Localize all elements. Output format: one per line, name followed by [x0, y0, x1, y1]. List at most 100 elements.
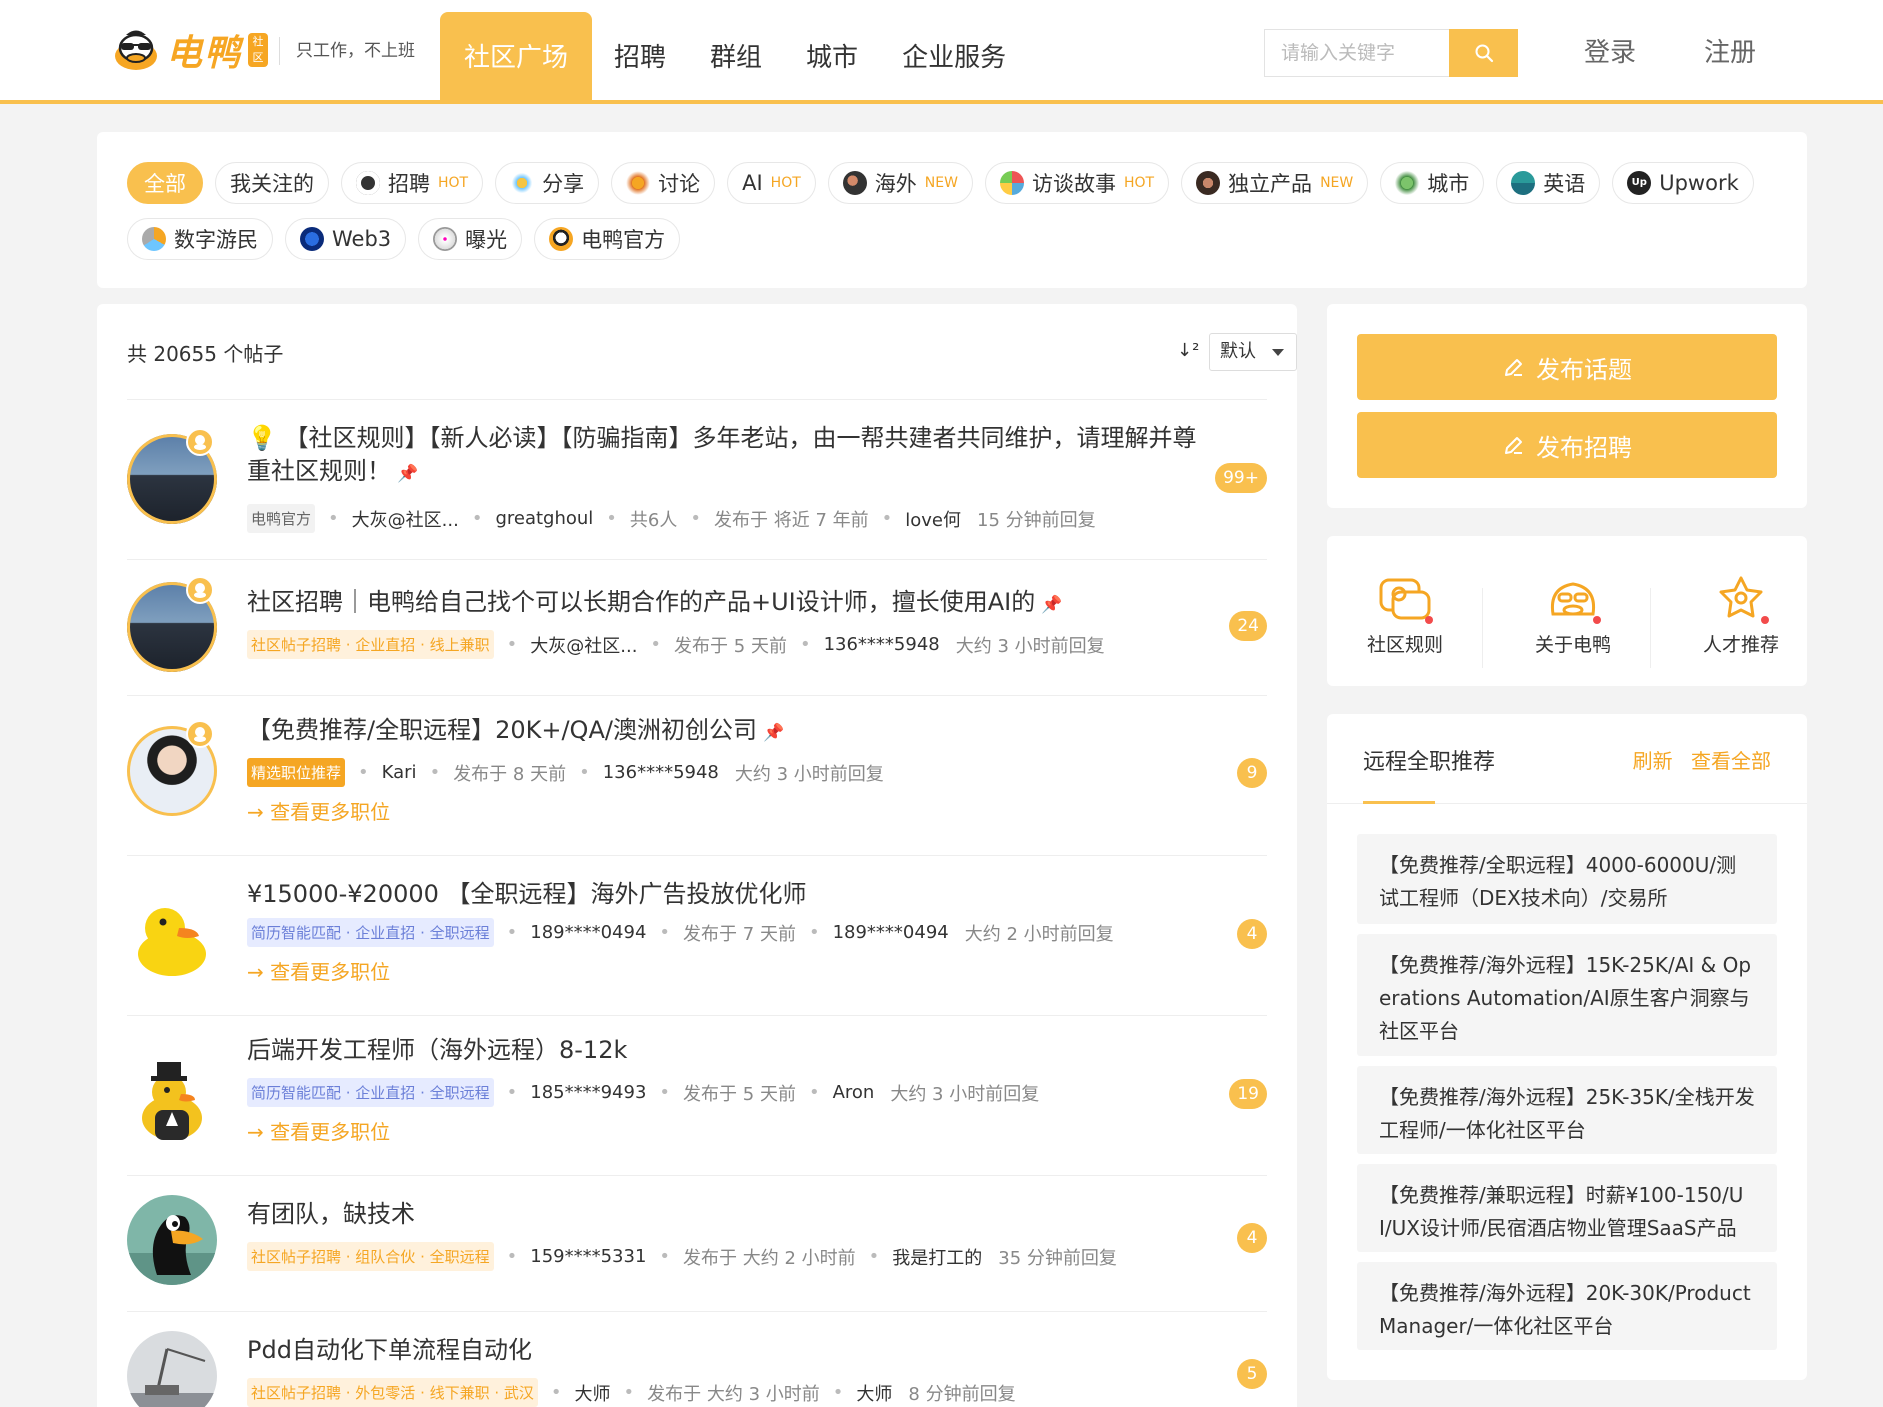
tag-official[interactable]: 电鸭官方 — [534, 218, 681, 260]
duck-badge-icon — [186, 576, 214, 604]
post-item[interactable]: Pdd自动化下单流程自动化 社区帖子招聘 · 外包零活 · 线下兼职 · 武汉 … — [127, 1312, 1267, 1407]
post-label[interactable]: 社区帖子招聘 · 企业直招 · 线上兼职 — [247, 630, 494, 659]
post-author[interactable]: Kari — [382, 762, 417, 783]
last-replier[interactable]: 136****5948 — [603, 762, 719, 783]
post-author[interactable]: 大师 — [575, 1380, 611, 1406]
tag-digital-nomad[interactable]: 数字游民 — [127, 218, 273, 260]
post-author[interactable]: 185****9493 — [530, 1082, 646, 1103]
view-all-link[interactable]: 查看全部 — [1691, 749, 1771, 773]
post-title[interactable]: 有团队，缺技术 — [247, 1198, 1207, 1231]
post-title[interactable]: 💡 【社区规则】【新人必读】【防骗指南】多年老站，由一帮共建者共同维护，请理解并… — [247, 422, 1207, 491]
meta-separator: • — [690, 508, 701, 529]
post-item[interactable]: ¥15000-¥20000 【全职远程】海外广告投放优化师 简历智能匹配 · 企… — [127, 856, 1267, 1016]
hot-badge: HOT — [1123, 175, 1155, 191]
nav-enterprise[interactable]: 企业服务 — [880, 12, 1028, 104]
last-replier[interactable]: 大师 — [856, 1380, 892, 1406]
tag-ai[interactable]: AI HOT — [727, 162, 816, 204]
avatar[interactable] — [127, 894, 217, 984]
tag-share[interactable]: 分享 — [495, 162, 600, 204]
nav-cities[interactable]: 城市 — [784, 12, 880, 104]
remote-job-item[interactable]: 【免费推荐/全职远程】4000-6000U/测试工程师（DEX技术向）/交易所 — [1357, 834, 1777, 924]
post-label[interactable]: 电鸭官方 — [247, 504, 316, 533]
tag-web3[interactable]: Web3 — [285, 218, 407, 260]
globe-avatar-icon — [842, 171, 867, 195]
tag-exposure[interactable]: 曝光 — [418, 218, 523, 260]
last-replier[interactable]: love何 — [905, 506, 961, 532]
post-label[interactable]: 社区帖子招聘 · 外包零活 · 线下兼职 · 武汉 — [247, 1378, 538, 1407]
remote-job-item[interactable]: 【免费推荐/海外远程】25K-35K/全栈开发工程师/一体化社区平台 — [1357, 1066, 1777, 1154]
last-replier[interactable]: 189****0494 — [833, 922, 949, 943]
last-replier[interactable]: 我是打工的 — [892, 1244, 982, 1270]
post-author[interactable]: 159****5331 — [530, 1246, 646, 1267]
search-input[interactable] — [1264, 29, 1449, 77]
remote-job-item[interactable]: 【免费推荐/海外远程】20K-30K/Product Manager/一体化社区… — [1357, 1262, 1777, 1350]
post-item[interactable]: 社区招聘｜电鸭给自己找个可以长期合作的产品+UI设计师，擅长使用AI的 📌 社区帖… — [127, 560, 1267, 696]
quick-link-talent[interactable]: 人才推荐 — [1681, 574, 1801, 657]
title-underline — [1363, 801, 1435, 804]
post-item[interactable]: 有团队，缺技术 社区帖子招聘 · 组队合伙 · 全职远程 • 159****53… — [127, 1176, 1267, 1312]
search-button[interactable] — [1449, 29, 1518, 77]
site-logo[interactable]: 电鸭 社区 — [112, 28, 269, 74]
chat-gear-icon — [1379, 578, 1431, 620]
post-label[interactable]: 简历智能匹配 · 企业直招 · 全职远程 — [247, 918, 494, 947]
tag-following[interactable]: 我关注的 — [215, 162, 329, 204]
post-label[interactable]: 社区帖子招聘 · 组队合伙 · 全职远程 — [247, 1242, 494, 1271]
view-more-jobs-link[interactable]: → 查看更多职位 — [247, 796, 390, 825]
english-icon — [1511, 171, 1536, 195]
post-author[interactable]: 大灰@社区... — [352, 506, 459, 532]
nav-community[interactable]: 社区广场 — [440, 12, 593, 104]
sort-select[interactable]: 默认 — [1209, 333, 1297, 371]
post-title[interactable]: 【免费推荐/全职远程】20K+/QA/澳洲初创公司 📌 — [247, 714, 1207, 750]
tag-indie-products[interactable]: 独立产品 NEW — [1181, 162, 1369, 204]
view-more-jobs-link[interactable]: → 查看更多职位 — [247, 1116, 390, 1145]
tag-jobs[interactable]: 招聘 HOT — [341, 162, 484, 204]
post-label[interactable]: 简历智能匹配 · 企业直招 · 全职远程 — [247, 1078, 494, 1107]
view-more-jobs-link[interactable]: → 查看更多职位 — [247, 956, 390, 985]
reply-count-badge: 19 — [1229, 1079, 1267, 1109]
quick-link-about[interactable]: 关于电鸭 — [1513, 574, 1633, 657]
remote-job-item[interactable]: 【免费推荐/兼职远程】时薪¥100-150/UI/UX设计师/民宿酒店物业管理S… — [1357, 1164, 1777, 1252]
post-author[interactable]: 189****0494 — [530, 922, 646, 943]
post-time: 发布于 大约 2 小时前 — [683, 1247, 856, 1269]
post-item[interactable]: 后端开发工程师（海外远程）8-12k 简历智能匹配 · 企业直招 · 全职远程 … — [127, 1016, 1267, 1176]
exposure-icon — [433, 227, 458, 251]
post-item[interactable]: 💡 【社区规则】【新人必读】【防骗指南】多年老站，由一帮共建者共同维护，请理解并… — [127, 400, 1267, 560]
meta-separator: • — [808, 1082, 820, 1103]
nav-jobs[interactable]: 招聘 — [592, 12, 688, 104]
post-title[interactable]: Pdd自动化下单流程自动化 — [247, 1334, 1207, 1367]
tag-label: 电鸭官方 — [581, 228, 666, 252]
avatar[interactable] — [127, 1195, 217, 1285]
post-title[interactable]: 社区招聘｜电鸭给自己找个可以长期合作的产品+UI设计师，擅长使用AI的 📌 — [247, 586, 1207, 622]
sort-order-icon[interactable]: ↓² — [1177, 340, 1199, 361]
avatar[interactable] — [127, 1331, 217, 1407]
post-coauthor[interactable]: greatghoul — [495, 508, 593, 529]
login-link[interactable]: 登录 — [1584, 32, 1636, 69]
logo-text: 电鸭 — [166, 32, 243, 74]
last-replier[interactable]: 136****5948 — [824, 634, 940, 655]
duck-official-icon — [549, 227, 574, 251]
refresh-link[interactable]: 刷新 — [1633, 749, 1673, 773]
avatar[interactable] — [127, 1054, 217, 1144]
post-title-text: Pdd自动化下单流程自动化 — [247, 1336, 532, 1364]
tag-overseas[interactable]: 海外 NEW — [827, 162, 973, 204]
post-title[interactable]: 后端开发工程师（海外远程）8-12k — [247, 1034, 1207, 1067]
register-link[interactable]: 注册 — [1704, 32, 1756, 69]
last-replier[interactable]: Aron — [833, 1082, 875, 1103]
nav-groups[interactable]: 群组 — [688, 12, 784, 104]
publish-job-button[interactable]: 发布招聘 — [1357, 412, 1777, 478]
tag-upwork[interactable]: Up Upwork — [1612, 162, 1754, 204]
tag-interviews[interactable]: 访谈故事 HOT — [984, 162, 1170, 204]
post-author[interactable]: 大灰@社区... — [530, 632, 637, 658]
tag-all[interactable]: 全部 — [127, 162, 203, 204]
tag-discuss[interactable]: 讨论 — [611, 162, 716, 204]
divider — [1650, 588, 1651, 668]
remote-job-item[interactable]: 【免费推荐/海外远程】15K-25K/AI & Operations Autom… — [1357, 934, 1777, 1056]
post-item[interactable]: 【免费推荐/全职远程】20K+/QA/澳洲初创公司 📌 精选职位推荐 • Kari… — [127, 696, 1267, 856]
tag-english[interactable]: 英语 — [1496, 162, 1601, 204]
tag-city[interactable]: 城市 — [1380, 162, 1485, 204]
post-title[interactable]: ¥15000-¥20000 【全职远程】海外广告投放优化师 — [247, 878, 1207, 911]
post-label[interactable]: 精选职位推荐 — [247, 758, 346, 787]
quick-link-rules[interactable]: 社区规则 — [1345, 574, 1465, 657]
publish-topic-button[interactable]: 发布话题 — [1357, 334, 1777, 400]
tag-label: 讨论 — [658, 172, 701, 196]
